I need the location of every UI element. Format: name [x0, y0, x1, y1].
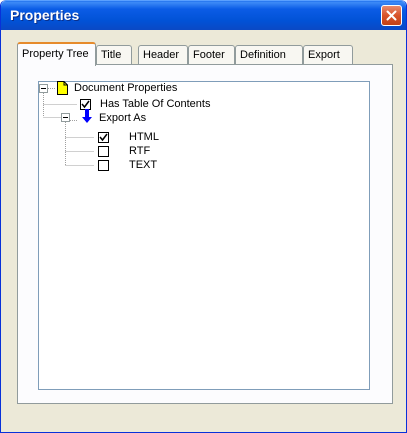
close-icon: [386, 10, 397, 21]
document-icon: [57, 81, 68, 95]
tab-label: Definition: [240, 49, 286, 61]
checkmark-icon: [99, 133, 108, 142]
tab-export[interactable]: Export: [303, 45, 353, 64]
collapse-toggle-export-as[interactable]: [61, 113, 70, 122]
tree-item-has-table-of-contents[interactable]: Has Table Of Contents: [100, 98, 210, 111]
tab-label: Property Tree: [22, 48, 89, 60]
tree-item-rtf[interactable]: RTF: [129, 145, 150, 158]
tab-definition[interactable]: Definition: [235, 45, 303, 64]
close-button[interactable]: [381, 5, 402, 26]
checkbox-text[interactable]: [98, 160, 109, 171]
tab-title[interactable]: Title: [96, 45, 132, 64]
down-arrow-icon: [82, 109, 92, 123]
tree-item-document-properties[interactable]: Document Properties: [74, 82, 177, 95]
window-title: Properties: [10, 7, 80, 23]
tree-item-html[interactable]: HTML: [129, 131, 159, 144]
tab-label: Footer: [193, 49, 225, 61]
tab-header[interactable]: Header: [138, 45, 188, 64]
tab-label: Export: [308, 49, 340, 61]
properties-window: Properties Property Tree Title Header Fo…: [0, 0, 407, 433]
checkbox-html[interactable]: [98, 132, 109, 143]
tab-property-tree[interactable]: Property Tree: [17, 42, 96, 66]
checkmark-icon: [81, 100, 90, 109]
tab-label: Title: [101, 49, 122, 61]
tree-item-text[interactable]: TEXT: [129, 159, 157, 172]
tree-item-export-as[interactable]: Export As: [99, 112, 146, 125]
dialog-footer: [1, 404, 406, 432]
title-bar[interactable]: Properties: [1, 0, 406, 30]
collapse-toggle-document-properties[interactable]: [39, 84, 48, 93]
property-tree[interactable]: Document Properties Has Table Of Content…: [38, 81, 370, 390]
tab-label: Header: [143, 49, 180, 61]
tab-footer[interactable]: Footer: [188, 45, 235, 64]
tab-strip: Property Tree Title Header Footer Defini…: [17, 42, 393, 66]
checkbox-rtf[interactable]: [98, 146, 109, 157]
